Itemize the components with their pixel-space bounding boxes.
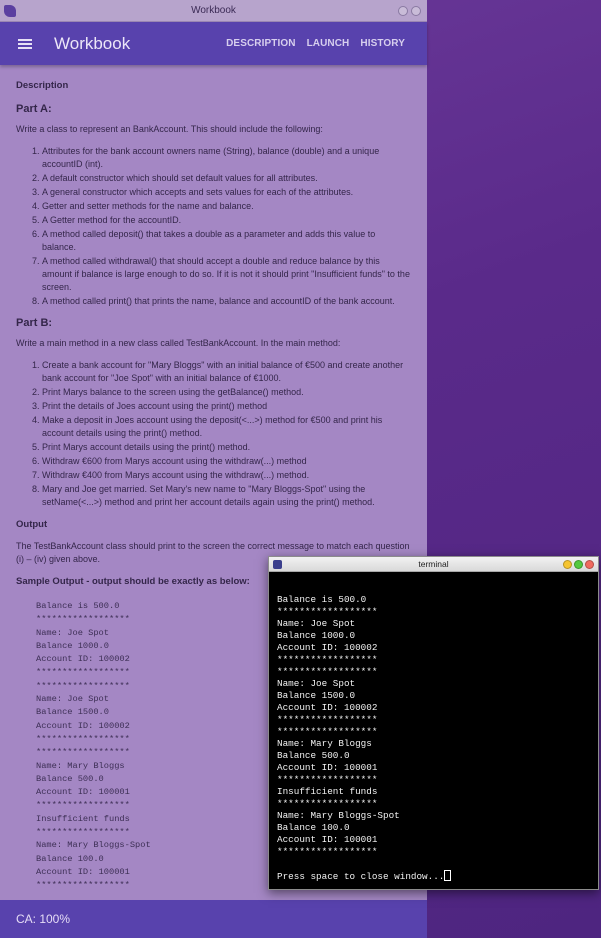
part-b-title: Part B: (16, 317, 53, 329)
list-item: Attributes for the bank account owners n… (42, 145, 411, 171)
close-icon[interactable] (585, 560, 594, 569)
terminal-window[interactable]: terminal Balance is 500.0 **************… (268, 556, 599, 890)
part-a-title: Part A: (16, 103, 52, 115)
list-item: Create a bank account for "Mary Bloggs" … (42, 359, 411, 385)
terminal-title: terminal (418, 559, 449, 569)
ca-status: CA: 100% (16, 912, 71, 926)
close-icon[interactable] (411, 6, 421, 16)
list-item: A Getter method for the accountID. (42, 214, 411, 227)
list-item: A default constructor which should set d… (42, 172, 411, 185)
app-icon (4, 5, 16, 17)
hamburger-menu-icon[interactable] (18, 38, 32, 49)
list-item: Print Marys account details using the pr… (42, 441, 411, 454)
list-item: Make a deposit in Joes account using the… (42, 414, 411, 440)
list-item: A method called deposit() that takes a d… (42, 228, 411, 254)
app-title: Workbook (54, 33, 131, 53)
minimize-icon[interactable] (563, 560, 572, 569)
part-b-list: Create a bank account for "Mary Bloggs" … (16, 359, 411, 509)
window-titlebar[interactable]: Workbook (0, 0, 427, 22)
list-item: A general constructor which accepts and … (42, 186, 411, 199)
list-item: Getter and setter methods for the name a… (42, 200, 411, 213)
terminal-app-icon (273, 560, 282, 569)
status-footer: CA: 100% (0, 900, 427, 938)
maximize-icon[interactable] (574, 560, 583, 569)
list-item: Withdraw €400 from Marys account using t… (42, 469, 411, 482)
list-item: A method called withdrawal() that should… (42, 255, 411, 294)
window-controls (398, 6, 421, 16)
part-a-intro: Write a class to represent an BankAccoun… (16, 124, 323, 134)
nav-launch[interactable]: LAUNCH (307, 38, 350, 49)
list-item: Print Marys balance to the screen using … (42, 386, 411, 399)
app-bar: Workbook DESCRIPTION LAUNCH HISTORY (0, 22, 427, 65)
window-title: Workbook (191, 5, 236, 16)
terminal-titlebar[interactable]: terminal (269, 557, 598, 572)
minimize-icon[interactable] (398, 6, 408, 16)
list-item: Withdraw €600 from Marys account using t… (42, 455, 411, 468)
list-item: Mary and Joe get married. Set Mary's new… (42, 483, 411, 509)
part-a-list: Attributes for the bank account owners n… (16, 145, 411, 308)
nav-description[interactable]: DESCRIPTION (226, 38, 295, 49)
terminal-cursor (444, 870, 452, 881)
top-nav: DESCRIPTION LAUNCH HISTORY (226, 38, 427, 49)
list-item: Print the details of Joes account using … (42, 400, 411, 413)
description-label: Description (16, 80, 69, 91)
terminal-output: Balance is 500.0 ****************** Name… (269, 572, 598, 883)
list-item: A method called print() that prints the … (42, 295, 411, 308)
terminal-window-controls (563, 560, 594, 569)
nav-history[interactable]: HISTORY (360, 38, 405, 49)
part-b-intro: Write a main method in a new class calle… (16, 338, 341, 348)
output-title: Output (16, 519, 48, 530)
